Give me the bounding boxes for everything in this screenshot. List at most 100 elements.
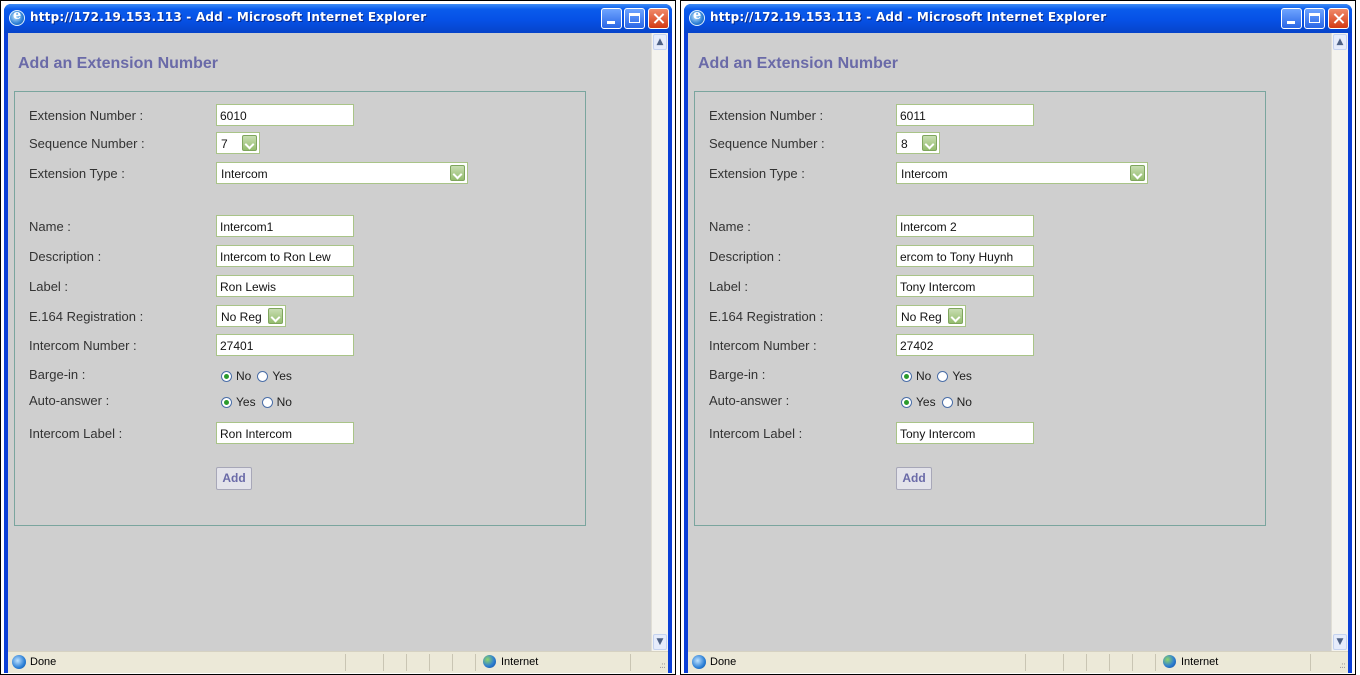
status-separator xyxy=(1086,654,1087,671)
intercom-label-label: Intercom Label : xyxy=(709,426,803,441)
intercom-number-label: Intercom Number : xyxy=(29,338,137,353)
sequence-number-label: Sequence Number : xyxy=(709,136,825,151)
chevron-down-icon[interactable] xyxy=(922,135,937,151)
scroll-down-button[interactable]: ▼ xyxy=(1333,634,1347,650)
title-bar[interactable]: http://172.19.153.113 - Add - Microsoft … xyxy=(684,4,1352,33)
barge-in-yes-radio[interactable] xyxy=(937,370,949,382)
scroll-down-button[interactable]: ▼ xyxy=(653,634,667,650)
description-input[interactable]: ercom to Tony Huynh xyxy=(896,245,1034,267)
page-title: Add an Extension Number xyxy=(18,55,219,72)
extension-number-label: Extension Number : xyxy=(709,108,824,123)
sequence-number-label: Sequence Number : xyxy=(29,136,145,151)
barge-in-yes-radio[interactable] xyxy=(257,370,269,382)
sequence-number-select[interactable]: 8 xyxy=(896,132,940,154)
barge-in-yes-label: Yes xyxy=(272,369,292,383)
status-separator xyxy=(429,654,430,671)
maximize-button[interactable] xyxy=(624,8,645,29)
sequence-number-value: 7 xyxy=(221,137,228,151)
extension-type-select[interactable]: Intercom xyxy=(216,162,468,184)
left-screenshot-panel: http://172.19.153.113 - Add - Microsoft … xyxy=(0,0,676,675)
intercom-label-label: Intercom Label : xyxy=(29,426,123,441)
internet-explorer-icon xyxy=(689,8,705,26)
extension-number-input[interactable]: 6010 xyxy=(216,104,354,126)
window-title: http://172.19.153.113 - Add - Microsoft … xyxy=(710,10,1107,24)
add-button[interactable]: Add xyxy=(896,467,932,490)
chevron-down-icon[interactable] xyxy=(450,165,465,181)
window-title: http://172.19.153.113 - Add - Microsoft … xyxy=(30,10,427,24)
extension-type-label: Extension Type : xyxy=(29,166,125,181)
ie-window: http://172.19.153.113 - Add - Microsoft … xyxy=(4,4,672,673)
security-zone-text: Internet xyxy=(1181,656,1219,668)
add-button[interactable]: Add xyxy=(216,467,252,490)
auto-answer-radio-group: Yes No xyxy=(221,395,298,409)
extension-type-select[interactable]: Intercom xyxy=(896,162,1148,184)
minimize-button[interactable] xyxy=(1281,8,1302,29)
auto-answer-radio-group: Yes No xyxy=(901,395,978,409)
intercom-number-input[interactable]: 27402 xyxy=(896,334,1034,356)
e164-registration-select[interactable]: No Reg xyxy=(896,305,966,327)
extension-type-value: Intercom xyxy=(221,167,268,181)
ie-window: http://172.19.153.113 - Add - Microsoft … xyxy=(684,4,1352,673)
close-button[interactable] xyxy=(648,8,669,29)
e164-registration-value: No Reg xyxy=(901,310,942,324)
barge-in-no-radio[interactable] xyxy=(901,370,912,382)
auto-answer-label: Auto-answer : xyxy=(29,393,110,408)
resize-grip-icon[interactable]: .:: xyxy=(659,661,666,671)
barge-in-no-radio[interactable] xyxy=(221,370,232,382)
extension-number-label: Extension Number : xyxy=(29,108,144,123)
label-input[interactable]: Tony Intercom xyxy=(896,275,1034,297)
page-content: Add an Extension Number Extension Number… xyxy=(688,33,1348,651)
extension-number-input[interactable]: 6011 xyxy=(896,104,1034,126)
barge-in-no-label: No xyxy=(916,369,932,383)
vertical-scrollbar[interactable]: ▲ ▼ xyxy=(651,33,668,651)
label-input[interactable]: Ron Lewis xyxy=(216,275,354,297)
chevron-down-icon[interactable] xyxy=(1130,165,1145,181)
description-input[interactable]: Intercom to Ron Lew xyxy=(216,245,354,267)
e164-registration-label: E.164 Registration : xyxy=(709,309,824,324)
auto-answer-yes-label: Yes xyxy=(236,395,256,409)
status-bar: Done Internet .:: xyxy=(8,651,668,673)
name-input[interactable]: Intercom1 xyxy=(216,215,354,237)
description-label: Description : xyxy=(709,249,782,264)
status-separator xyxy=(475,654,476,671)
chevron-down-icon[interactable] xyxy=(948,308,963,324)
chevron-down-icon[interactable] xyxy=(242,135,257,151)
close-button[interactable] xyxy=(1328,8,1349,29)
auto-answer-no-radio[interactable] xyxy=(261,396,273,408)
chevron-down-icon[interactable] xyxy=(268,308,283,324)
status-text: Done xyxy=(30,656,57,668)
e164-registration-value: No Reg xyxy=(221,310,262,324)
status-separator xyxy=(1025,654,1026,671)
description-label: Description : xyxy=(29,249,102,264)
resize-grip-icon[interactable]: .:: xyxy=(1339,661,1346,671)
status-separator xyxy=(630,654,631,671)
maximize-button[interactable] xyxy=(1304,8,1325,29)
right-screenshot-panel: http://172.19.153.113 - Add - Microsoft … xyxy=(680,0,1356,675)
extension-type-label: Extension Type : xyxy=(709,166,805,181)
e164-registration-select[interactable]: No Reg xyxy=(216,305,286,327)
auto-answer-no-radio[interactable] xyxy=(941,396,953,408)
label-label: Label : xyxy=(29,279,69,294)
status-separator xyxy=(1310,654,1311,671)
status-separator xyxy=(1063,654,1064,671)
scroll-up-button[interactable]: ▲ xyxy=(1333,34,1347,50)
scroll-up-button[interactable]: ▲ xyxy=(653,34,667,50)
intercom-number-input[interactable]: 27401 xyxy=(216,334,354,356)
barge-in-radio-group: No Yes xyxy=(901,369,978,383)
status-separator xyxy=(406,654,407,671)
barge-in-yes-label: Yes xyxy=(952,369,972,383)
sequence-number-select[interactable]: 7 xyxy=(216,132,260,154)
auto-answer-yes-radio[interactable] xyxy=(901,396,912,408)
minimize-button[interactable] xyxy=(601,8,622,29)
intercom-label-input[interactable]: Ron Intercom xyxy=(216,422,354,444)
barge-in-label: Barge-in : xyxy=(709,367,766,382)
auto-answer-yes-radio[interactable] xyxy=(221,396,232,408)
intercom-label-input[interactable]: Tony Intercom xyxy=(896,422,1034,444)
title-bar[interactable]: http://172.19.153.113 - Add - Microsoft … xyxy=(4,4,672,33)
barge-in-radio-group: No Yes xyxy=(221,369,298,383)
page-content: Add an Extension Number Extension Number… xyxy=(8,33,668,651)
name-label: Name : xyxy=(709,219,751,234)
name-input[interactable]: Intercom 2 xyxy=(896,215,1034,237)
globe-icon xyxy=(483,655,496,668)
vertical-scrollbar[interactable]: ▲ ▼ xyxy=(1331,33,1348,651)
